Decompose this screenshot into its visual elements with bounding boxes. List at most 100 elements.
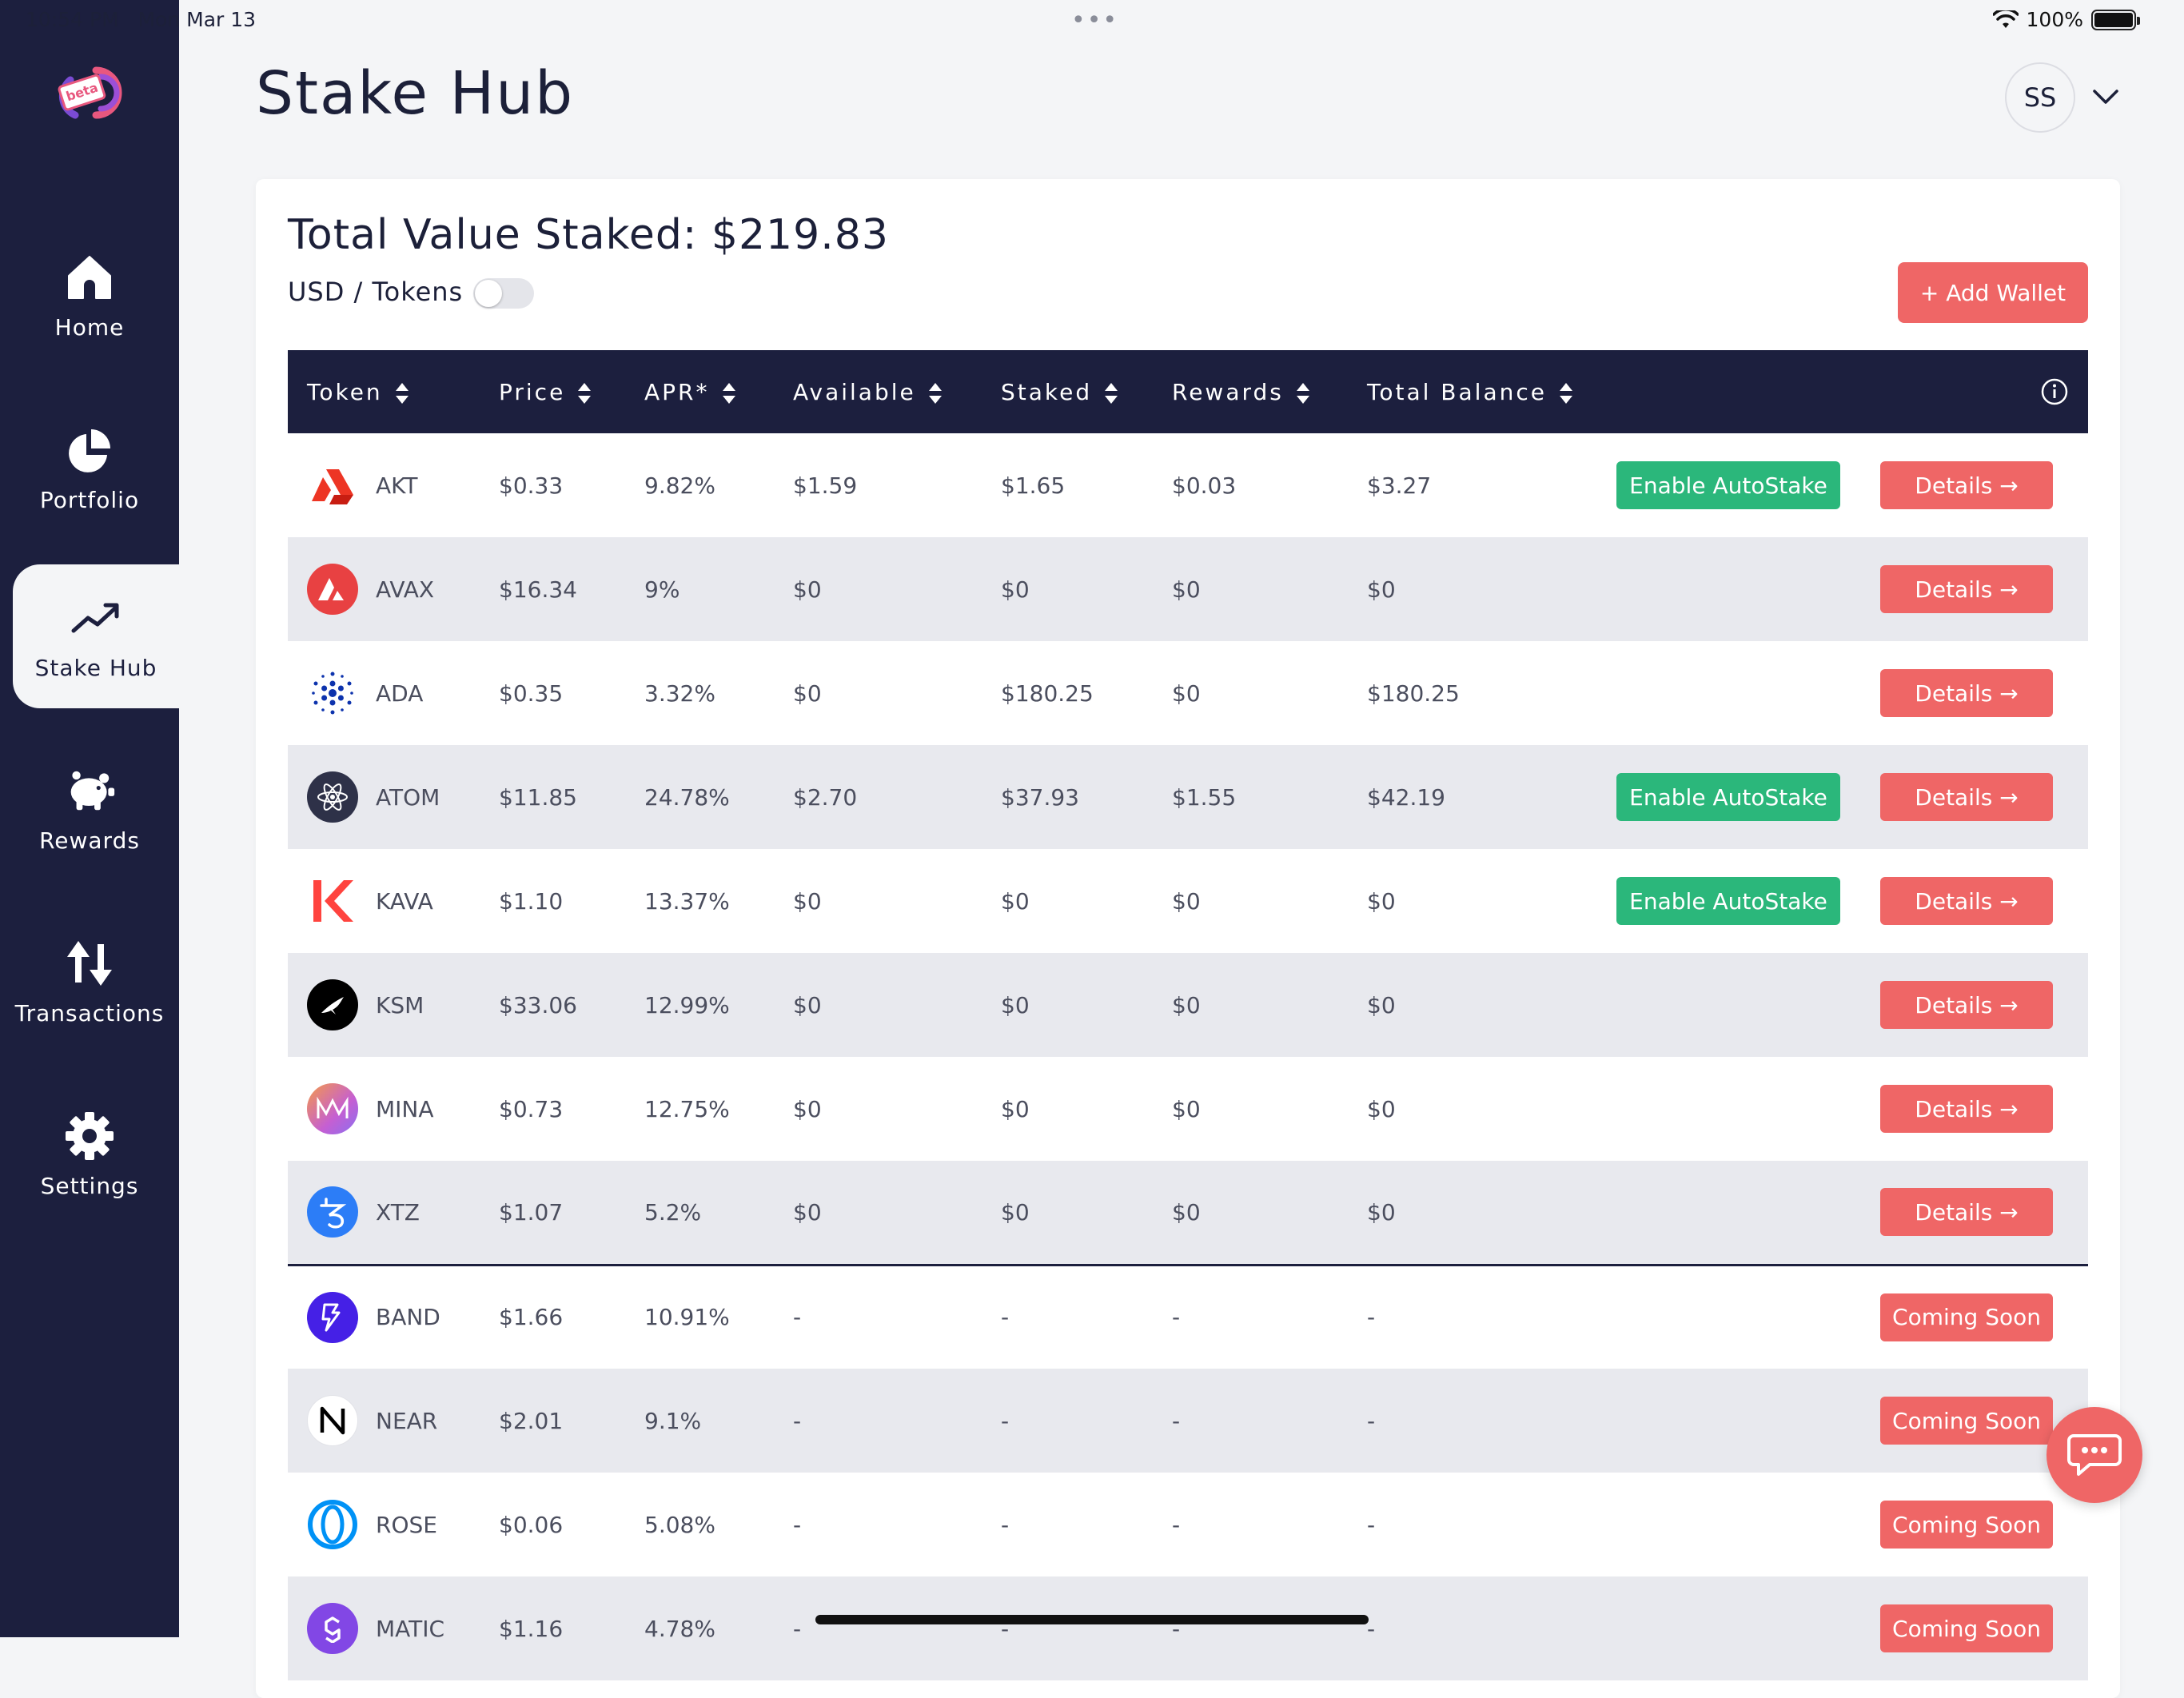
available-cell: $0 <box>793 991 822 1018</box>
staked-cell: $0 <box>1001 887 1030 915</box>
table-row: ATOM $11.85 24.78% $2.70 $37.93 $1.55 $4… <box>288 745 2088 849</box>
details-button[interactable]: Details → <box>1880 1188 2053 1237</box>
column-header-token[interactable]: Token <box>288 350 499 433</box>
price-cell: $0.06 <box>499 1511 564 1538</box>
token-symbol: MINA <box>376 1095 434 1122</box>
details-button[interactable]: Details → <box>1880 981 2053 1029</box>
sort-icon <box>1105 382 1118 404</box>
price-cell: $1.16 <box>499 1615 564 1642</box>
column-header-staked[interactable]: Staked <box>1001 350 1172 433</box>
chevron-down-icon[interactable] <box>2090 85 2122 109</box>
xtz-token-icon <box>307 1186 358 1238</box>
token-symbol: NEAR <box>376 1407 438 1434</box>
coming-soon-button[interactable]: Coming Soon <box>1880 1293 2053 1341</box>
page-title: Stake Hub <box>256 59 575 128</box>
details-button[interactable]: Details → <box>1880 669 2053 717</box>
coming-soon-button[interactable]: Coming Soon <box>1880 1604 2053 1652</box>
column-header-available[interactable]: Available <box>793 350 1001 433</box>
total-balance-cell: $0 <box>1367 1095 1396 1122</box>
apr-cell: 5.2% <box>644 1198 702 1226</box>
status-date: Mon Mar 13 <box>137 8 257 31</box>
home-indicator[interactable] <box>815 1615 1369 1624</box>
total-balance-cell: $0 <box>1367 1198 1396 1226</box>
sidebar-item-label: Portfolio <box>39 486 140 513</box>
available-cell: - <box>793 1615 802 1642</box>
total-balance-cell: - <box>1367 1263 1616 1369</box>
sidebar-item-stake-hub[interactable]: Stake Hub <box>13 564 179 708</box>
available-cell: - <box>793 1511 802 1538</box>
details-button[interactable]: Details → <box>1880 773 2053 821</box>
sidebar-item-rewards[interactable]: Rewards <box>0 737 179 881</box>
chat-support-button[interactable] <box>2047 1407 2142 1503</box>
table-row: KAVA $1.10 13.37% $0 $0 $0 $0 Enable Aut… <box>288 849 2088 953</box>
sort-icon <box>1559 382 1572 404</box>
table-row: NEAR $2.01 9.1% - - - - Coming Soon <box>288 1369 2088 1473</box>
sidebar-item-home[interactable]: Home <box>0 224 179 368</box>
coming-soon-button[interactable]: Coming Soon <box>1880 1397 2053 1445</box>
price-cell: $0.33 <box>499 472 564 499</box>
column-header-rewards[interactable]: Rewards <box>1172 350 1367 433</box>
token-symbol: XTZ <box>376 1198 420 1226</box>
multitasking-dots-icon[interactable]: ••• <box>1071 6 1118 34</box>
coming-soon-button[interactable]: Coming Soon <box>1880 1501 2053 1549</box>
column-label: APR* <box>644 378 710 405</box>
app-logo[interactable]: beta <box>51 56 128 133</box>
sidebar-item-portfolio[interactable]: Portfolio <box>0 397 179 540</box>
enable-autostake-button[interactable]: Enable AutoStake <box>1616 461 1840 509</box>
transfer-icon <box>64 938 115 989</box>
available-cell: $0 <box>793 1095 822 1122</box>
column-header-apr[interactable]: APR* <box>644 350 793 433</box>
usd-tokens-toggle[interactable] <box>473 278 534 309</box>
apr-cell: 24.78% <box>644 783 730 811</box>
atom-token-icon <box>307 771 358 823</box>
column-header-total-balance[interactable]: Total Balance <box>1367 350 1616 433</box>
available-cell: $2.70 <box>793 783 858 811</box>
column-label: Available <box>793 378 916 405</box>
total-balance-cell: $3.27 <box>1367 472 1432 499</box>
band-token-icon <box>307 1291 358 1343</box>
sidebar-item-settings[interactable]: Settings <box>0 1082 179 1226</box>
details-button[interactable]: Details → <box>1880 877 2053 925</box>
battery-icon <box>2091 9 2140 30</box>
apr-cell: 9.1% <box>644 1407 702 1434</box>
enable-autostake-button[interactable]: Enable AutoStake <box>1616 877 1840 925</box>
table-row: AKT $0.33 9.82% $1.59 $1.65 $0.03 $3.27 … <box>288 433 2088 537</box>
rewards-cell: - <box>1172 1511 1181 1538</box>
trending-up-icon <box>70 592 122 644</box>
info-icon[interactable] <box>2040 377 2069 406</box>
token-symbol: MATIC <box>376 1615 445 1642</box>
rose-token-icon <box>307 1499 358 1550</box>
ksm-token-icon <box>307 979 358 1030</box>
details-button[interactable]: Details → <box>1880 1085 2053 1133</box>
apr-cell: 4.78% <box>644 1615 715 1642</box>
column-label: Total Balance <box>1367 378 1547 405</box>
sort-icon <box>928 382 942 404</box>
add-wallet-button[interactable]: + Add Wallet <box>1898 262 2088 323</box>
total-balance-cell: $0 <box>1367 576 1396 603</box>
enable-autostake-button[interactable]: Enable AutoStake <box>1616 773 1840 821</box>
staked-cell: $37.93 <box>1001 783 1079 811</box>
total-balance-cell: - <box>1367 1615 1376 1642</box>
chat-icon <box>2067 1434 2122 1476</box>
available-cell: $0 <box>793 1198 822 1226</box>
table-row: KSM $33.06 12.99% $0 $0 $0 $0 Details → <box>288 953 2088 1057</box>
token-cell: AKT <box>288 460 499 511</box>
status-time: 10:54 PM Mon Mar 13 <box>26 8 256 31</box>
usd-tokens-label: USD / Tokens <box>288 277 464 307</box>
token-table: Token Price APR* Available Staked Reward… <box>288 350 2088 1680</box>
token-symbol: AKT <box>376 472 418 499</box>
apr-cell: 3.32% <box>644 680 715 707</box>
token-symbol: KAVA <box>376 887 433 915</box>
sidebar-item-transactions[interactable]: Transactions <box>0 910 179 1054</box>
total-balance-cell: $180.25 <box>1367 680 1460 707</box>
details-button[interactable]: Details → <box>1880 461 2053 509</box>
toggle-knob <box>475 280 502 307</box>
rewards-cell: $1.55 <box>1172 783 1237 811</box>
sort-icon <box>395 382 409 404</box>
mina-token-icon <box>307 1083 358 1134</box>
user-avatar[interactable]: SS <box>2005 62 2075 133</box>
column-header-price[interactable]: Price <box>499 350 644 433</box>
details-button[interactable]: Details → <box>1880 565 2053 613</box>
table-header-row: Token Price APR* Available Staked Reward… <box>288 350 2088 433</box>
token-cell: AVAX <box>288 564 499 615</box>
